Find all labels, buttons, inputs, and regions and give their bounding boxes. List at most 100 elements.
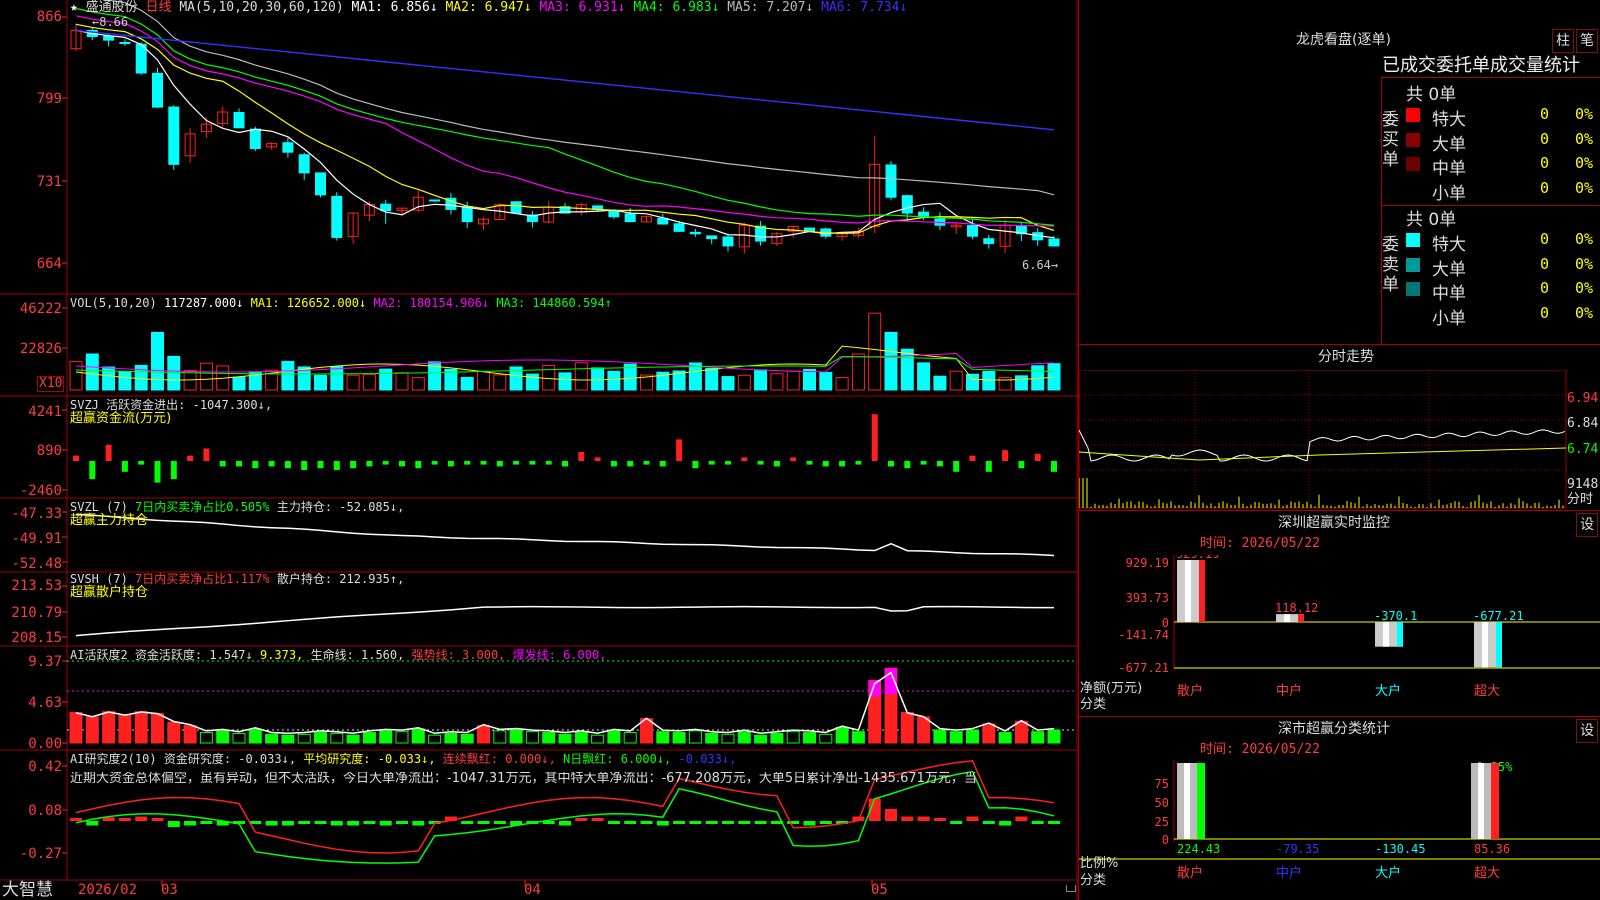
activity-bar	[330, 732, 344, 744]
svzl-title: SVZL (7)	[70, 500, 128, 514]
svzl-label2: 主力持仓: -52.085↓,	[276, 500, 405, 514]
tick-mode-button[interactable]: 笔	[1576, 29, 1598, 53]
ai2-comment: 近期大资金总体偏空，虽有异动，但不太活跃，今日大单净流出：-1047.31万元，…	[70, 772, 977, 786]
candle-body	[608, 210, 620, 218]
research-bar	[966, 816, 979, 821]
research-bar	[396, 821, 408, 824]
monitor-category-label: 超大	[1474, 684, 1500, 699]
monitor-bar-highlight	[1185, 560, 1191, 622]
classstat-value-label: 224.43	[1177, 842, 1220, 856]
classstat-settings-button[interactable]: 设	[1576, 719, 1598, 743]
research-bar	[151, 818, 164, 821]
monitor-category-label: 散户	[1177, 683, 1203, 699]
vol-value: 117287.000↓	[163, 296, 244, 310]
ai2-axis-label: 0.08	[28, 803, 62, 819]
intraday-chart[interactable]	[1079, 370, 1600, 510]
flow-bar	[741, 457, 748, 461]
ai1-title: AI活跃度2	[70, 648, 128, 662]
star-icon[interactable]: ★	[70, 0, 78, 15]
order-count: 0	[1540, 178, 1550, 197]
order-percent: 0%	[1575, 303, 1594, 322]
activity-bar	[395, 731, 409, 744]
research-bar	[656, 821, 669, 826]
candle-body	[918, 211, 930, 218]
flow-bar	[154, 461, 161, 483]
order-type-label: 大单	[1432, 134, 1466, 155]
svzl-axis-label: -49.91	[11, 531, 62, 547]
vol-ma2: MA2: 180154.906↓	[373, 296, 490, 310]
research-bar	[885, 809, 897, 821]
ma-line	[103, 0, 1055, 196]
classstat-axis-label: 50	[1155, 796, 1169, 810]
flow-bar	[594, 457, 601, 461]
volume-bar	[851, 353, 865, 391]
flow-bar	[333, 461, 340, 470]
research-bar	[200, 821, 213, 824]
candle-body	[315, 172, 326, 196]
classstat-bar-group	[1471, 763, 1499, 839]
research-bar	[314, 821, 327, 824]
research-bar	[754, 821, 767, 824]
flow-bar	[708, 461, 715, 465]
bar-mode-button[interactable]: 柱	[1552, 29, 1574, 53]
flow-bar	[904, 461, 911, 469]
vol-ma3: MA3: 144860.594↑	[496, 296, 612, 310]
research-bar	[298, 821, 311, 824]
research-bar	[819, 821, 832, 824]
monitor-category-label: 中户	[1276, 683, 1302, 699]
research-bar	[86, 821, 99, 826]
volume-bar	[460, 376, 474, 391]
svsh-axis-label: 213.53	[11, 578, 62, 594]
lock-icon[interactable]	[1066, 885, 1076, 892]
activity-bar	[1047, 729, 1061, 744]
activity-bar	[754, 734, 768, 744]
flow-bar	[545, 461, 552, 465]
monitor-settings-button[interactable]: 设	[1576, 513, 1598, 537]
research-bar	[999, 821, 1012, 826]
ai1-label3: 生命线: 1.560,	[310, 648, 405, 662]
monitor-bar-group	[1177, 560, 1205, 622]
activity-bar	[102, 711, 116, 744]
lhkp-tabs[interactable]: 已成交委托单成交量统计	[1382, 56, 1580, 76]
candle-body	[429, 199, 441, 202]
svzj-label: 活跃资金进出: -1047.300↓,	[106, 398, 273, 412]
ai2-label5: -0.033↓,	[678, 752, 737, 766]
svsh-axis-label: 208.15	[11, 630, 62, 646]
date-label: 03	[161, 882, 178, 898]
svzj-header: SVZJ 活跃资金进出: -1047.300↓,	[70, 398, 272, 412]
flow-bar	[121, 461, 128, 472]
fenshi-axis-label: 6.94	[1567, 391, 1599, 406]
volume-bar	[1014, 375, 1028, 391]
activity-bar	[314, 732, 327, 744]
monitor-bar-edge	[1397, 622, 1403, 647]
classstat-chart: 7550250-0.25%224.43散户-79.35中户-130.45大户85…	[1079, 760, 1600, 881]
order-count: 0	[1540, 129, 1550, 148]
flow-bar	[89, 461, 96, 479]
volume-bar	[232, 376, 246, 391]
sell-orders-total: 共 0单	[1406, 210, 1457, 230]
activity-bar	[672, 732, 686, 744]
monitor-title: 深圳超赢实时监控	[1278, 515, 1390, 531]
ai1-label4: 强势线: 3.000,	[411, 648, 506, 662]
order-count: 0	[1540, 230, 1550, 248]
volume-bar	[395, 372, 409, 391]
ai1-header: AI活跃度2 资金活跃度: 1.547↓ 9.373, 生命线: 1.560, …	[70, 648, 606, 662]
research-bar	[803, 821, 816, 826]
activity-bar	[574, 732, 588, 744]
volume-bar	[591, 367, 605, 391]
svzl-axis-label: -52.48	[11, 556, 62, 572]
period-label[interactable]: 日线	[146, 0, 172, 15]
flow-bar	[1002, 450, 1009, 461]
candle-body	[1048, 238, 1060, 247]
flow-bar	[187, 455, 194, 461]
flow-bar	[366, 461, 373, 467]
flow-bar	[170, 461, 177, 479]
panel-divider	[1078, 344, 1600, 345]
volume-bar	[884, 331, 898, 391]
svzj-axis-label: 890	[36, 443, 62, 459]
candle-body	[901, 195, 913, 214]
monitor-value-label: 118.12	[1275, 601, 1318, 615]
candle-body	[967, 225, 978, 237]
monitor-bar-highlight	[1284, 614, 1290, 622]
volume-bar	[362, 374, 376, 391]
